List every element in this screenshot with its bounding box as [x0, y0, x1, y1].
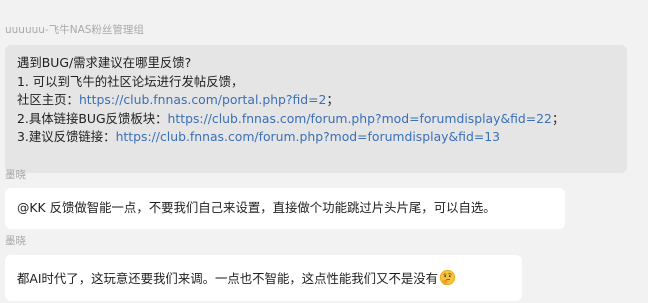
- link-label: 3.建议反馈链接：: [17, 129, 116, 144]
- sender-name: 墨晓: [5, 169, 26, 181]
- chat-message: 墨晓 @KK 反馈做智能一点，不要我们自己来设置，直接做个功能跳过片头片尾，可以…: [5, 168, 565, 229]
- chat-message: 墨晓 都AI时代了，这玩意还要我们来调。一点也不智能，这点性能我们又不是没有: [5, 234, 522, 301]
- thinking-face-icon: [439, 269, 456, 286]
- message-line: 1. 可以到飞牛的社区论坛进行发帖反馈，: [17, 73, 244, 89]
- chat-message-list[interactable]: uuuuuu-飞牛NAS粉丝管理组 遇到BUG/需求建议在哪里反馈? 1. 可以…: [0, 0, 648, 303]
- suggestion-feedback-link[interactable]: https://club.fnnas.com/forum.php?mod=for…: [116, 129, 500, 144]
- sender-name: uuuuuu-飞牛NAS粉丝管理组: [5, 24, 144, 36]
- message-bubble[interactable]: @KK 反馈做智能一点，不要我们自己来设置，直接做个功能跳过片头片尾，可以自选。: [5, 188, 565, 229]
- message-bubble[interactable]: 都AI时代了，这玩意还要我们来调。一点也不智能，这点性能我们又不是没有: [5, 255, 522, 301]
- message-line: 社区主页：https://club.fnnas.com/portal.php?f…: [17, 91, 627, 110]
- message-text: 都AI时代了，这玩意还要我们来调。一点也不智能，这点性能我们又不是没有: [17, 271, 439, 286]
- line-suffix: ；: [326, 92, 339, 107]
- community-home-link[interactable]: https://club.fnnas.com/portal.php?fid=2: [79, 92, 327, 107]
- message-text: @KK 反馈做智能一点，不要我们自己来设置，直接做个功能跳过片头片尾，可以自选。: [17, 200, 496, 215]
- message-line: 2.具体链接BUG反馈板块：https://club.fnnas.com/for…: [17, 110, 627, 129]
- message-line: 3.建议反馈链接：https://club.fnnas.com/forum.ph…: [17, 128, 627, 147]
- sender-name: 墨晓: [5, 235, 26, 247]
- chat-message: uuuuuu-飞牛NAS粉丝管理组 遇到BUG/需求建议在哪里反馈? 1. 可以…: [5, 23, 627, 173]
- message-bubble[interactable]: 遇到BUG/需求建议在哪里反馈? 1. 可以到飞牛的社区论坛进行发帖反馈， 社区…: [5, 45, 627, 173]
- bug-feedback-link[interactable]: https://club.fnnas.com/forum.php?mod=for…: [168, 111, 552, 126]
- message-line: 遇到BUG/需求建议在哪里反馈?: [17, 55, 192, 70]
- line-suffix: ；: [551, 110, 565, 126]
- link-label: 2.具体链接BUG反馈板块：: [17, 110, 168, 126]
- link-label: 社区主页：: [17, 92, 79, 107]
